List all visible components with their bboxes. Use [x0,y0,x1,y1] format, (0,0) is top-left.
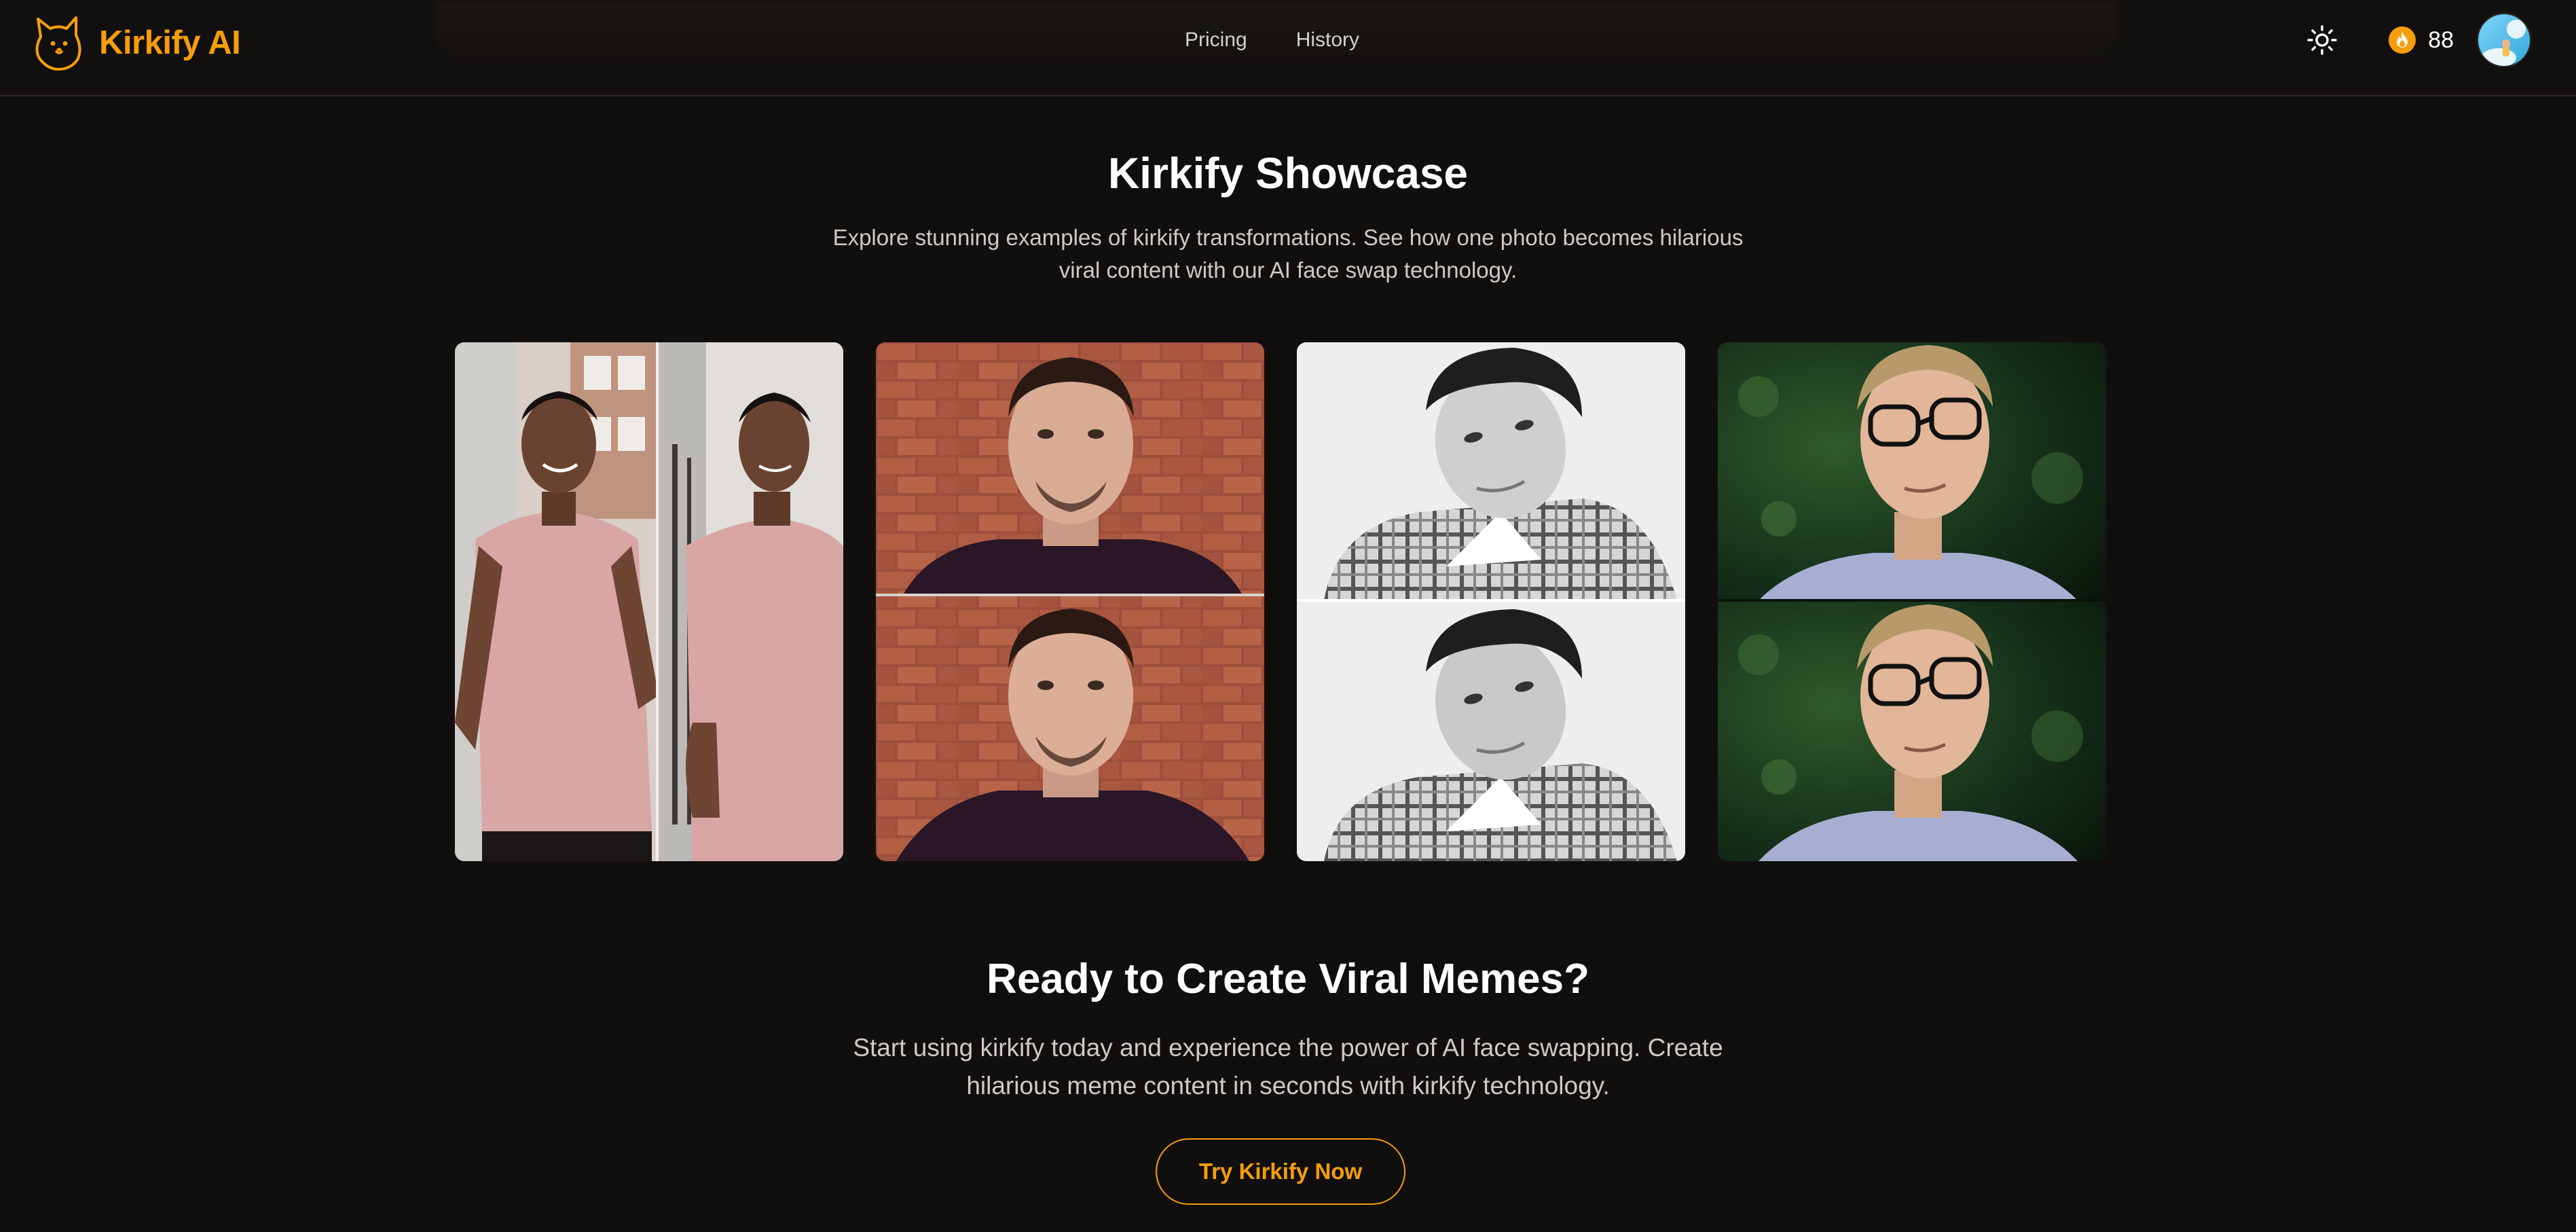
showcase-image [1297,342,1685,861]
main-nav: Pricing History [1185,29,1359,52]
avatar-image [2478,14,2530,66]
try-kirkify-button[interactable]: Try Kirkify Now [1156,1138,1405,1205]
showcase-card[interactable] [1297,342,1685,861]
showcase-image [1718,342,2106,861]
cta-description: Start using kirkify today and experience… [853,1034,1723,1100]
top-navbar: Kirkify AI Pricing History 88 [0,0,2576,96]
shiba-logo-icon [35,16,81,71]
showcase-title: Kirkify Showcase [1108,149,1468,198]
brand-name: Kirkify AI [99,24,241,61]
user-avatar[interactable] [2477,13,2531,67]
flame-coin-icon [2389,26,2416,54]
showcase-description: Explore stunning examples of kirkify tra… [832,225,1744,283]
showcase-gallery [455,342,2106,861]
credits-count: 88 [2428,26,2454,53]
nav-item-history[interactable]: History [1296,29,1359,52]
showcase-image [455,342,843,861]
nav-item-pricing[interactable]: Pricing [1185,29,1247,52]
showcase-card[interactable] [455,342,843,861]
showcase-card[interactable] [1718,342,2106,861]
brand-logo-link[interactable]: Kirkify AI [31,14,241,72]
header-actions: 88 [2303,12,2531,68]
sun-icon [2307,25,2337,55]
cta-title: Ready to Create Viral Memes? [987,956,1589,1002]
showcase-card[interactable] [876,342,1264,861]
theme-toggle-button[interactable] [2303,21,2341,59]
credits-counter[interactable]: 88 [2389,26,2454,54]
showcase-image [876,342,1264,861]
